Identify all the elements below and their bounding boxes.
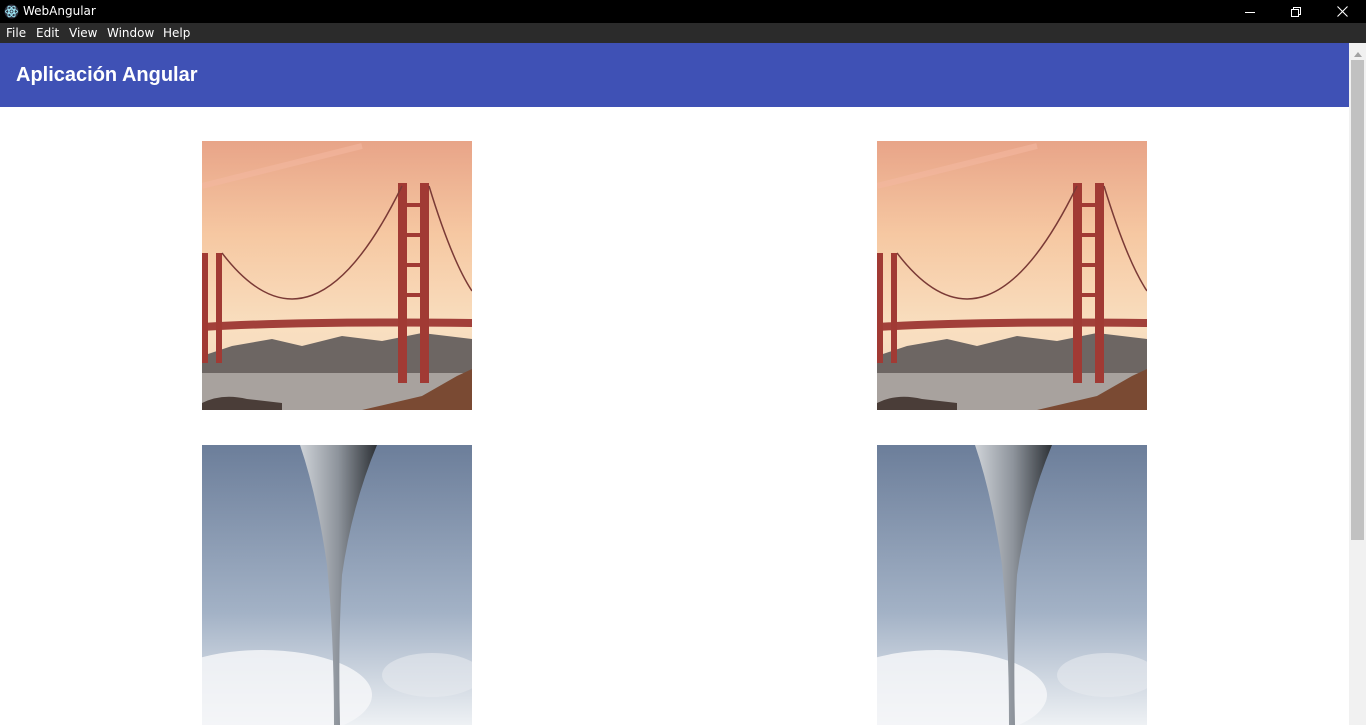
scrollbar-thumb[interactable]	[1351, 60, 1364, 540]
menu-help[interactable]: Help	[163, 25, 190, 41]
menu-view[interactable]: View	[69, 25, 97, 41]
gallery-image-arch-2	[877, 445, 1147, 725]
restore-button[interactable]	[1273, 0, 1319, 23]
electron-atom-icon	[4, 4, 19, 19]
menu-file[interactable]: File	[6, 25, 26, 41]
close-button[interactable]	[1319, 0, 1365, 23]
menu-edit[interactable]: Edit	[36, 25, 59, 41]
gallery-image-golden-gate-1	[202, 141, 472, 410]
gallery-image-golden-gate-2	[877, 141, 1147, 410]
window-title: WebAngular	[23, 4, 96, 18]
vertical-scrollbar[interactable]	[1349, 43, 1366, 725]
menu-window[interactable]: Window	[107, 25, 154, 41]
chevron-up-icon	[1353, 42, 1362, 61]
minimize-button[interactable]	[1227, 0, 1273, 23]
restore-icon	[1291, 6, 1301, 17]
app-content: Aplicación Angular	[0, 43, 1349, 725]
menu-bar: File Edit View Window Help	[0, 23, 1366, 43]
gallery-image-arch-1	[202, 445, 472, 725]
scroll-up-button[interactable]	[1349, 43, 1366, 60]
close-icon	[1336, 6, 1348, 17]
minimize-icon	[1245, 7, 1255, 17]
window-titlebar[interactable]: WebAngular	[0, 0, 1366, 23]
app-title: Aplicación Angular	[16, 64, 198, 86]
app-toolbar: Aplicación Angular	[0, 43, 1349, 107]
